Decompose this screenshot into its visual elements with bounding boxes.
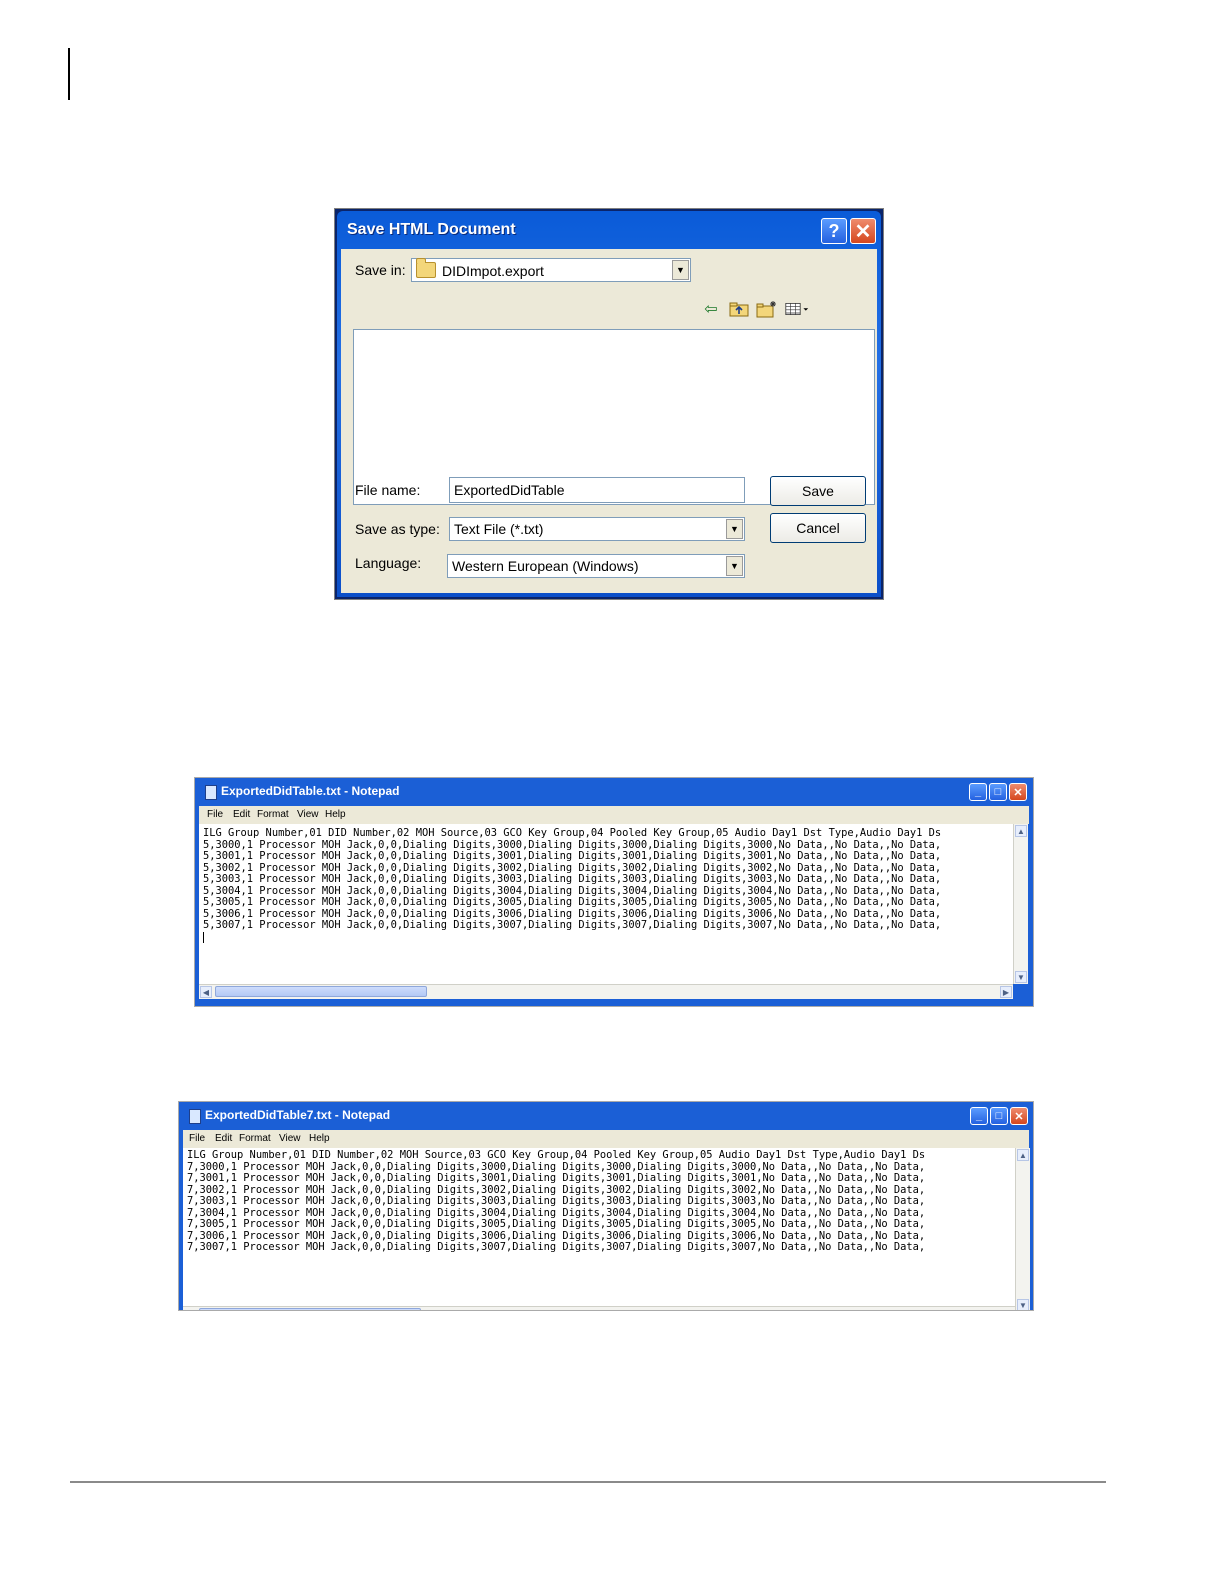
footer-rule bbox=[70, 1481, 1106, 1483]
views-menu-icon[interactable] bbox=[785, 298, 809, 320]
chevron-down-icon[interactable]: ▼ bbox=[726, 556, 743, 576]
close-button[interactable]: ✕ bbox=[1010, 1107, 1028, 1125]
minimize-button[interactable]: _ bbox=[969, 783, 987, 801]
horizontal-scrollbar[interactable]: ◀ ▶ bbox=[199, 984, 1013, 999]
language-label: Language: bbox=[355, 555, 422, 571]
back-arrow-icon[interactable]: ⇦ bbox=[699, 298, 723, 320]
close-button[interactable]: ✕ bbox=[850, 218, 876, 244]
file-name-value: ExportedDidTable bbox=[454, 482, 565, 498]
minimize-button[interactable]: _ bbox=[970, 1107, 988, 1125]
horizontal-scrollbar[interactable] bbox=[183, 1306, 1015, 1310]
dialog-frame: Save HTML Document ? ✕ Save in: DIDImpot… bbox=[337, 211, 881, 597]
notepad-icon bbox=[189, 1109, 201, 1124]
text-line: ILG Group Number,01 DID Number,02 MOH So… bbox=[187, 1149, 926, 1161]
menu-file[interactable]: File bbox=[207, 809, 223, 820]
notepad-2-titlebar: ExportedDidTable7.txt - Notepad bbox=[185, 1102, 1027, 1130]
help-icon: ? bbox=[828, 220, 840, 241]
notepad-window-1: ExportedDidTable.txt - Notepad _ □ ✕ Fil… bbox=[194, 777, 1034, 1007]
maximize-icon: □ bbox=[994, 786, 1002, 798]
maximize-button[interactable]: □ bbox=[989, 783, 1007, 801]
chevron-down-icon[interactable]: ▼ bbox=[726, 519, 743, 539]
file-name-label: File name: bbox=[355, 482, 421, 498]
save-as-type-label: Save as type: bbox=[355, 521, 440, 537]
menu-format[interactable]: Format bbox=[239, 1133, 271, 1144]
menu-file[interactable]: File bbox=[189, 1133, 205, 1144]
cancel-button[interactable]: Cancel bbox=[770, 513, 866, 543]
vertical-scrollbar[interactable]: ▲ ▼ bbox=[1013, 824, 1028, 984]
scroll-thumb[interactable] bbox=[215, 986, 427, 997]
scroll-up-icon[interactable]: ▲ bbox=[1017, 1149, 1029, 1161]
text-line: 5,3007,1 Processor MOH Jack,0,0,Dialing … bbox=[203, 919, 942, 931]
chevron-down-icon[interactable]: ▼ bbox=[672, 260, 689, 280]
text-caret bbox=[203, 932, 204, 943]
minimize-icon: _ bbox=[974, 786, 982, 798]
notepad-2-title: ExportedDidTable7.txt - Notepad bbox=[205, 1108, 391, 1122]
text-line: 7,3001,1 Processor MOH Jack,0,0,Dialing … bbox=[187, 1172, 926, 1184]
help-button[interactable]: ? bbox=[821, 218, 847, 244]
file-name-field[interactable]: ExportedDidTable bbox=[449, 477, 745, 503]
notepad-2-menubar: File Edit Format View Help bbox=[183, 1130, 1029, 1148]
maximize-button[interactable]: □ bbox=[990, 1107, 1008, 1125]
menu-format[interactable]: Format bbox=[257, 809, 289, 820]
maximize-icon: □ bbox=[995, 1110, 1003, 1122]
notepad-2-text-area[interactable]: ILG Group Number,01 DID Number,02 MOH So… bbox=[183, 1148, 1015, 1310]
menu-view[interactable]: View bbox=[279, 1133, 301, 1144]
notepad-1-menubar: File Edit Format View Help bbox=[199, 806, 1029, 824]
close-icon: ✕ bbox=[854, 220, 872, 243]
text-line: 7,3003,1 Processor MOH Jack,0,0,Dialing … bbox=[187, 1195, 926, 1207]
save-button[interactable]: Save bbox=[770, 476, 866, 506]
menu-edit[interactable]: Edit bbox=[233, 809, 250, 820]
vertical-scrollbar[interactable]: ▲ ▼ bbox=[1015, 1148, 1030, 1310]
notepad-1-title: ExportedDidTable.txt - Notepad bbox=[221, 784, 400, 798]
dialog-body: Save in: DIDImpot.export ▼ ⇦ File name: … bbox=[341, 249, 877, 593]
language-combo[interactable]: Western European (Windows) ▼ bbox=[447, 554, 745, 578]
scroll-left-icon[interactable]: ◀ bbox=[200, 986, 212, 998]
save-as-type-value: Text File (*.txt) bbox=[454, 521, 544, 537]
text-line: 5,3001,1 Processor MOH Jack,0,0,Dialing … bbox=[203, 850, 942, 862]
text-line: 5,3005,1 Processor MOH Jack,0,0,Dialing … bbox=[203, 896, 942, 908]
notepad-window-2: ExportedDidTable7.txt - Notepad _ □ ✕ Fi… bbox=[178, 1101, 1034, 1311]
up-folder-icon[interactable] bbox=[727, 298, 751, 320]
save-in-label: Save in: bbox=[355, 262, 406, 278]
scroll-right-icon[interactable]: ▶ bbox=[1000, 986, 1012, 998]
scroll-down-icon[interactable]: ▼ bbox=[1017, 1299, 1029, 1310]
minimize-icon: _ bbox=[975, 1110, 983, 1122]
new-folder-icon[interactable] bbox=[755, 298, 779, 320]
text-line: ILG Group Number,01 DID Number,02 MOH So… bbox=[203, 827, 942, 839]
save-in-combo[interactable]: DIDImpot.export ▼ bbox=[411, 258, 691, 282]
scroll-down-icon[interactable]: ▼ bbox=[1015, 971, 1027, 983]
close-icon: ✕ bbox=[1013, 786, 1023, 799]
text-line: 5,3003,1 Processor MOH Jack,0,0,Dialing … bbox=[203, 873, 942, 885]
text-line: 7,3005,1 Processor MOH Jack,0,0,Dialing … bbox=[187, 1218, 926, 1230]
menu-help[interactable]: Help bbox=[325, 809, 346, 820]
menu-view[interactable]: View bbox=[297, 809, 319, 820]
scroll-up-icon[interactable]: ▲ bbox=[1015, 825, 1027, 837]
save-in-value: DIDImpot.export bbox=[442, 263, 544, 279]
notepad-icon bbox=[205, 785, 217, 800]
folder-icon bbox=[416, 258, 436, 278]
close-icon: ✕ bbox=[1014, 1110, 1024, 1123]
save-html-dialog: Save HTML Document ? ✕ Save in: DIDImpot… bbox=[334, 208, 884, 600]
close-button[interactable]: ✕ bbox=[1009, 783, 1027, 801]
text-line: 7,3007,1 Processor MOH Jack,0,0,Dialing … bbox=[187, 1241, 926, 1253]
notepad-1-titlebar: ExportedDidTable.txt - Notepad bbox=[201, 778, 1027, 806]
scroll-thumb[interactable] bbox=[199, 1308, 421, 1310]
dialog-title: Save HTML Document bbox=[347, 221, 516, 238]
language-value: Western European (Windows) bbox=[452, 558, 639, 574]
notepad-1-text-area[interactable]: ILG Group Number,01 DID Number,02 MOH So… bbox=[199, 824, 1013, 984]
menu-edit[interactable]: Edit bbox=[215, 1133, 232, 1144]
menu-help[interactable]: Help bbox=[309, 1133, 330, 1144]
save-as-type-combo[interactable]: Text File (*.txt) ▼ bbox=[449, 517, 745, 541]
page-margin-bar bbox=[68, 48, 70, 100]
